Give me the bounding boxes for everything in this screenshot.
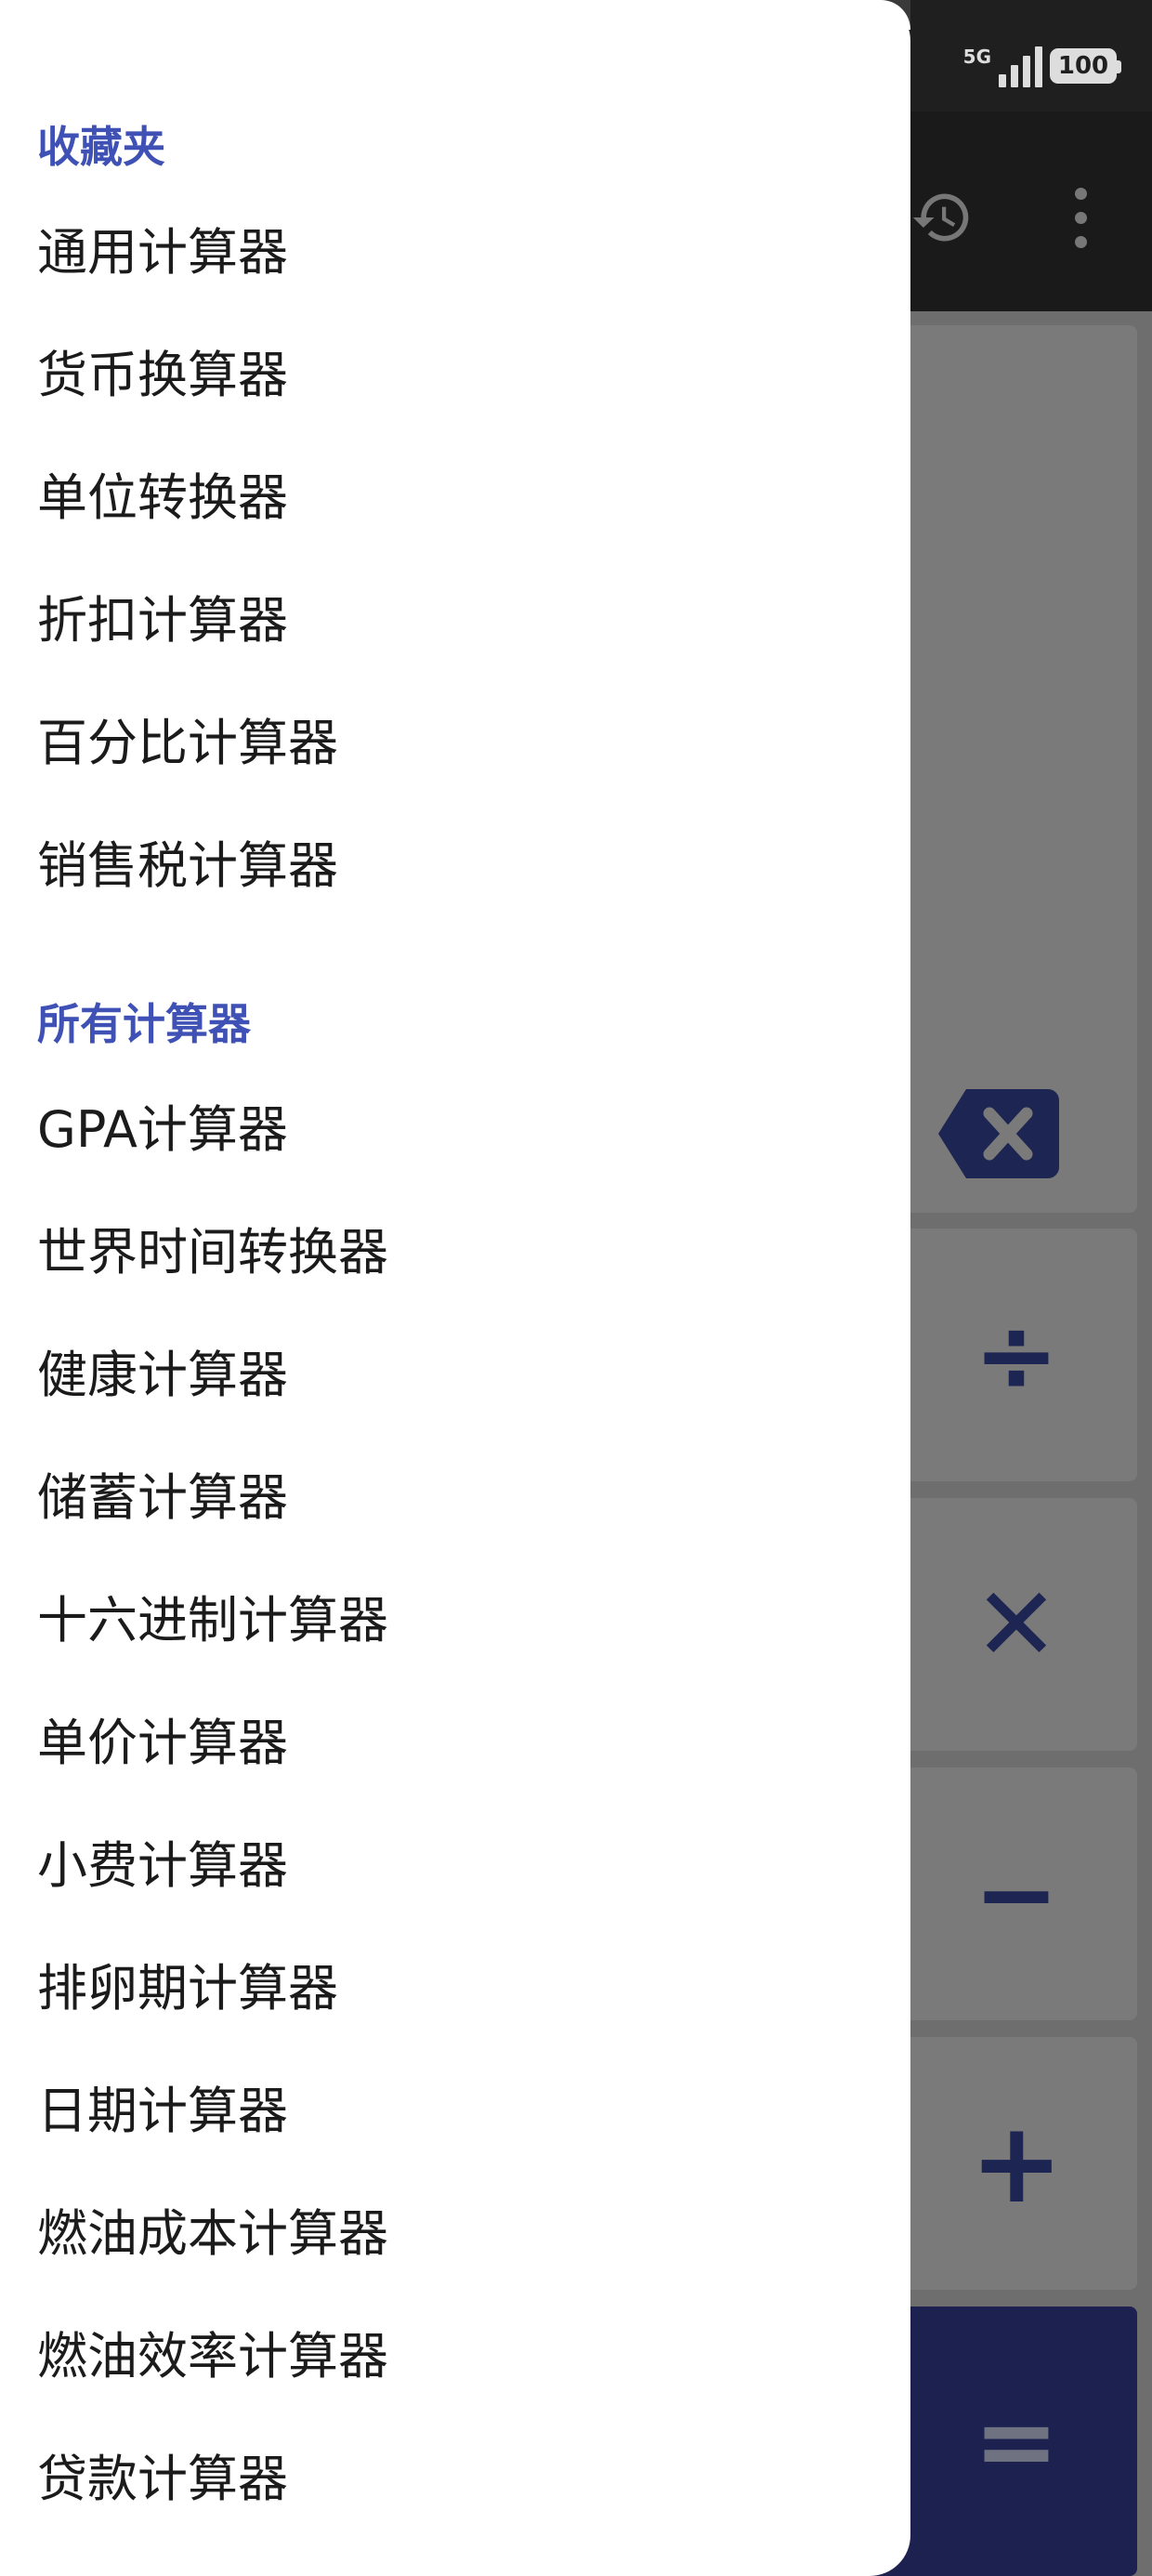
drawer-item-fuel-efficiency-calculator[interactable]: 燃油效率计算器 xyxy=(37,2332,388,2382)
drawer-item-percentage-calculator[interactable]: 百分比计算器 xyxy=(37,718,338,769)
navigation-drawer: 收藏夹 通用计算器 货币换算器 单位转换器 折扣计算器 百分比计算器 销售税计算… xyxy=(0,0,910,2576)
history-icon[interactable] xyxy=(910,186,974,249)
drawer-item-discount-calculator[interactable]: 折扣计算器 xyxy=(37,596,288,646)
favorites-header: 收藏夹 xyxy=(37,122,165,172)
drawer-item-currency-converter[interactable]: 货币换算器 xyxy=(37,350,288,401)
more-options-icon[interactable] xyxy=(1068,188,1093,249)
network-type: 5G xyxy=(962,46,991,68)
drawer-item-sales-tax-calculator[interactable]: 销售税计算器 xyxy=(37,841,338,891)
drawer-top-edge xyxy=(0,0,910,30)
add-symbol: + xyxy=(970,2098,1064,2228)
drawer-item-date-calculator[interactable]: 日期计算器 xyxy=(37,2086,288,2136)
drawer-item-health-calculator[interactable]: 健康计算器 xyxy=(37,1350,288,1400)
drawer-item-gpa-calculator[interactable]: GPA计算器 xyxy=(37,1105,288,1155)
subtract-symbol: − xyxy=(973,1834,1060,1953)
drawer-item-hex-calculator[interactable]: 十六进制计算器 xyxy=(37,1596,388,1646)
drawer-item-savings-calculator[interactable]: 储蓄计算器 xyxy=(37,1473,288,1523)
signal-icon xyxy=(999,45,1042,87)
drawer-item-ovulation-calculator[interactable]: 排卵期计算器 xyxy=(37,1964,338,2014)
drawer-item-tip-calculator[interactable]: 小费计算器 xyxy=(37,1841,288,1891)
status-icons: 5G 100 xyxy=(962,45,1121,87)
drawer-item-unit-price-calculator[interactable]: 单价计算器 xyxy=(37,1718,288,1768)
all-calculators-header: 所有计算器 xyxy=(37,999,251,1049)
drawer-item-unit-converter[interactable]: 单位转换器 xyxy=(37,473,288,523)
drawer-item-general-calculator[interactable]: 通用计算器 xyxy=(37,228,288,278)
backspace-icon[interactable] xyxy=(938,1089,1059,1178)
battery-icon: 100 xyxy=(1050,48,1121,84)
drawer-item-loan-calculator[interactable]: 贷款计算器 xyxy=(37,2454,288,2504)
battery-level: 100 xyxy=(1057,52,1109,80)
multiply-symbol: ✕ xyxy=(973,1565,1060,1684)
equals-symbol: = xyxy=(973,2382,1060,2501)
divide-symbol: ÷ xyxy=(973,1295,1060,1414)
drawer-item-world-time-converter[interactable]: 世界时间转换器 xyxy=(37,1228,388,1278)
drawer-item-fuel-cost-calculator[interactable]: 燃油成本计算器 xyxy=(37,2209,388,2259)
